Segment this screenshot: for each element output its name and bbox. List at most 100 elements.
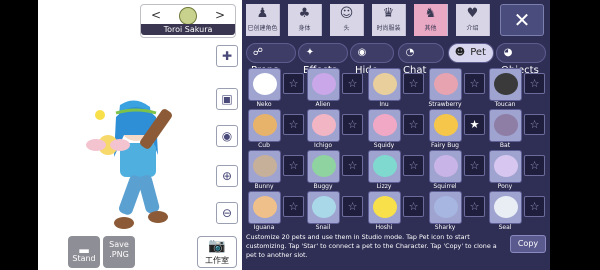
outfit-icon: ♛ [382,6,395,21]
pet-slot[interactable] [248,109,281,142]
pet-slot[interactable] [429,150,462,183]
pet-slot[interactable] [368,109,401,142]
close-button[interactable]: ✕ [500,4,544,36]
tab-chat[interactable]: ◔ Chat [398,43,444,76]
connect-pet-star-button[interactable]: ☆ [283,73,304,94]
stand-button[interactable]: ▂ Stand [68,236,100,268]
body-icon: ♣ [298,6,311,21]
left-letterbox [0,0,38,270]
pet-name: Hoshi [375,224,393,231]
eye-icon: ◉ [357,47,367,58]
connect-pet-star-button[interactable]: ☆ [403,155,424,176]
pet-portrait-icon [373,73,397,95]
pet-slot[interactable] [429,191,462,224]
connect-pet-star-button[interactable]: ☆ [524,114,545,135]
pet-portrait-icon [253,73,277,95]
pet-name: Snail [315,224,331,231]
objects-icon: ◕ [503,47,513,58]
connect-pet-star-button[interactable]: ☆ [342,73,363,94]
tab-pet[interactable]: ☻ Pet [448,43,494,63]
pet-slot[interactable] [248,150,281,183]
next-character-button[interactable]: > [215,8,225,22]
category-label: 其他 [424,25,437,32]
category-profile[interactable]: ♥ 介绍 [456,4,490,36]
connect-pet-star-button[interactable]: ☆ [524,155,545,176]
connect-pet-star-button[interactable]: ★ [464,114,485,135]
connect-pet-star-button[interactable]: ☆ [403,114,424,135]
previous-character-button[interactable]: < [151,8,161,22]
category-created-characters[interactable]: ♟ 已创建角色 [246,4,280,36]
add-user-icon: ✚ [221,49,233,63]
category-other[interactable]: ♞ 其他 [414,4,448,36]
pet-portrait-icon [494,114,518,136]
connect-pet-star-button[interactable]: ☆ [342,155,363,176]
pet-slot[interactable] [368,191,401,224]
category-body[interactable]: ♣ 身体 [288,4,322,36]
studio-button[interactable]: 📷 工作室 [197,236,237,268]
zoom-out-button[interactable]: ⊖ [216,202,238,224]
category-label: 时尚服装 [376,25,401,32]
pet-slot[interactable] [368,68,401,101]
category-label: 头 [343,25,350,32]
connect-pet-star-button[interactable]: ☆ [283,196,304,217]
pet-slot[interactable] [248,68,281,101]
tab-hide[interactable]: ◉ Hide [350,43,394,76]
tab-objects[interactable]: ◕ Objects [496,43,546,76]
connect-pet-star-button[interactable]: ☆ [464,155,485,176]
pet-slot[interactable] [489,68,522,101]
category-head[interactable]: ☺ 头 [330,4,364,36]
connect-pet-star-button[interactable]: ☆ [283,114,304,135]
pet-portrait-icon [373,114,397,136]
character-sprite[interactable] [80,95,195,235]
eye-icon: ◉ [221,129,233,143]
pet-name: Bat [499,142,511,149]
pet-portrait-icon [434,155,458,177]
toggle-visibility-button[interactable]: ◉ [216,125,238,147]
close-icon: ✕ [513,8,531,32]
connect-pet-star-button[interactable]: ☆ [524,73,545,94]
connect-pet-star-button[interactable]: ☆ [342,114,363,135]
pet-slot[interactable] [489,109,522,142]
add-user-button[interactable]: ✚ [216,45,238,67]
camera-icon: 📷 [208,238,226,254]
save-png-button[interactable]: Save .PNG [103,236,135,268]
pet-portrait-icon [312,114,336,136]
pet-slot[interactable] [307,150,340,183]
pet-portrait-icon [253,196,277,218]
background-button[interactable]: ▣ [216,88,238,110]
connect-pet-star-button[interactable]: ☆ [342,196,363,217]
pet-slot[interactable] [248,191,281,224]
zoom-in-button[interactable]: ⊕ [216,165,238,187]
heart-list-icon: ♥ [466,6,479,21]
pet-name: Sharky [434,224,456,231]
connect-pet-star-button[interactable]: ☆ [524,196,545,217]
category-fashion[interactable]: ♛ 时尚服装 [372,4,406,36]
stand-label: Stand [72,254,96,263]
pet-name: Neko [256,101,272,108]
pet-slot[interactable] [489,191,522,224]
pet-slot[interactable] [307,68,340,101]
right-letterbox [550,0,600,270]
pet-name: Strawberry [428,101,462,108]
copy-button[interactable]: Copy [510,235,546,253]
pet-name: Cub [258,142,270,149]
pet-portrait-icon [494,196,518,218]
tab-props[interactable]: ☍ Props [246,43,296,76]
sparkle-icon: ✦ [305,47,315,58]
pet-slot[interactable] [429,68,462,101]
pet-slot[interactable] [489,150,522,183]
pet-name: Toucan [494,101,516,108]
tab-effects[interactable]: ✦ Effects [298,43,348,76]
pet-slot[interactable] [429,109,462,142]
props-icon: ☍ [252,47,264,58]
connect-pet-star-button[interactable]: ☆ [464,196,485,217]
connect-pet-star-button[interactable]: ☆ [283,155,304,176]
pet-slot[interactable] [307,191,340,224]
connect-pet-star-button[interactable]: ☆ [403,73,424,94]
connect-pet-star-button[interactable]: ☆ [403,196,424,217]
pet-slot[interactable] [307,109,340,142]
pet-name: Iguana [253,224,275,231]
pet-slot[interactable] [368,150,401,183]
app-root: < > Toroi Sakura ✚ ▣ ◉ ⊕ ⊖ ▂ Stand Save … [0,0,600,270]
connect-pet-star-button[interactable]: ☆ [464,73,485,94]
